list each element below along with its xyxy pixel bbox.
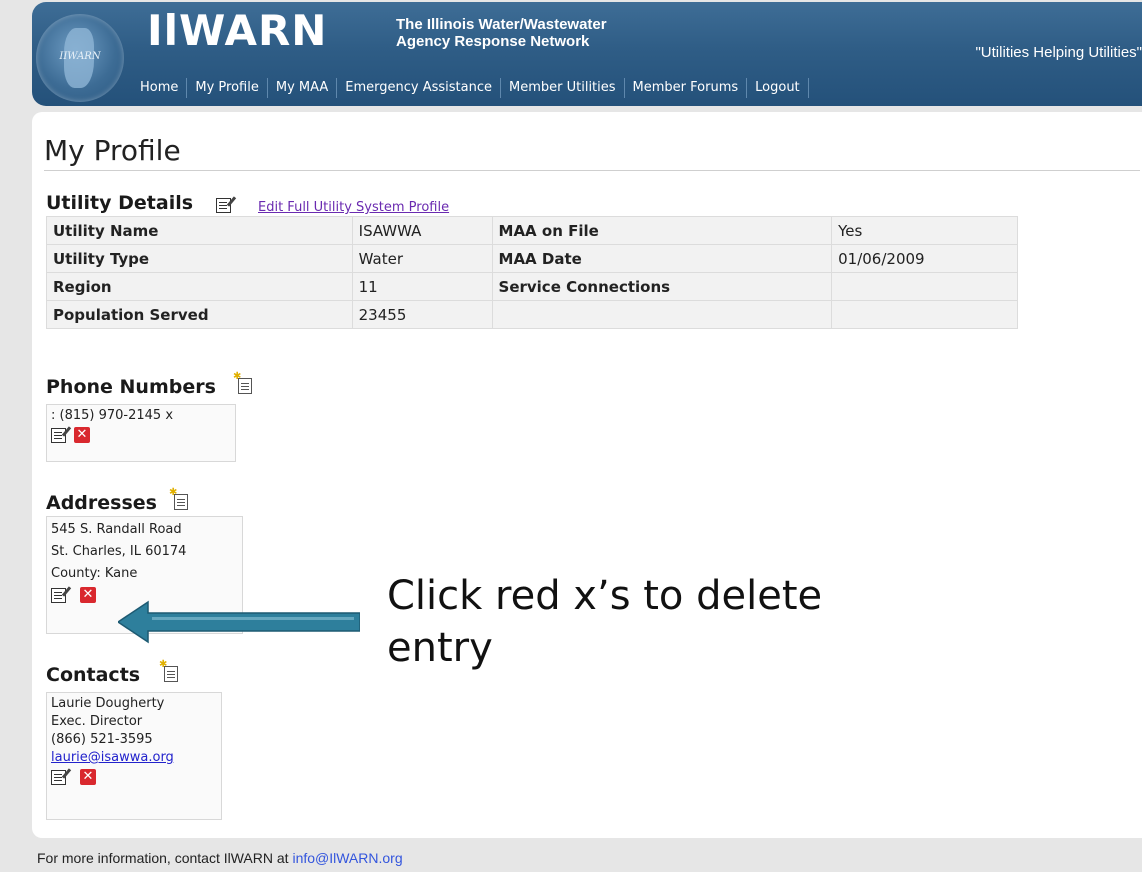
callout-line-1: Click red x’s to delete	[387, 573, 823, 619]
edit-phone-icon[interactable]	[51, 427, 66, 443]
address-county: County: Kane	[51, 566, 138, 581]
add-phone-icon[interactable]	[233, 371, 252, 394]
utility-name-value: ISAWWA	[351, 216, 493, 245]
maa-date-value: 01/06/2009	[831, 244, 1018, 273]
title-divider	[44, 170, 1140, 171]
delete-address-icon[interactable]: ✕	[80, 587, 96, 603]
footer: For more information, contact IlWARN at …	[37, 850, 403, 866]
nav-emergency-assistance[interactable]: Emergency Assistance	[337, 78, 501, 98]
edit-address-icon[interactable]	[51, 587, 66, 603]
edit-contact-icon[interactable]	[51, 769, 66, 785]
address-line-2: St. Charles, IL 60174	[51, 544, 187, 559]
nav-logout[interactable]: Logout	[747, 78, 809, 98]
callout-arrow-icon	[118, 600, 360, 644]
empty-cell	[491, 300, 833, 329]
utility-details-heading: Utility Details	[46, 192, 194, 214]
site-header: IIWARN IlWARN The Illinois Water/Wastewa…	[32, 2, 1142, 106]
motto: "Utilities Helping Utilities"	[975, 44, 1142, 61]
page-title: My Profile	[44, 134, 181, 167]
nav-my-profile[interactable]: My Profile	[187, 78, 268, 98]
region-value: 11	[351, 272, 493, 301]
footer-text: For more information, contact IlWARN at	[37, 850, 293, 866]
main-nav: Home My Profile My MAA Emergency Assista…	[132, 74, 809, 102]
edit-full-profile-link[interactable]: Edit Full Utility System Profile	[258, 200, 449, 215]
phone-numbers-heading: Phone Numbers	[46, 376, 216, 398]
callout-line-2: entry	[387, 625, 493, 671]
contact-email-link[interactable]: laurie@isawwa.org	[51, 750, 174, 765]
table-row: Region 11 Service Connections	[46, 272, 1018, 301]
nav-member-utilities[interactable]: Member Utilities	[501, 78, 625, 98]
utility-type-label: Utility Type	[46, 244, 353, 273]
edit-utility-icon[interactable]	[216, 198, 231, 213]
footer-email-link[interactable]: info@IlWARN.org	[292, 850, 402, 866]
table-row: Population Served 23455	[46, 300, 1018, 329]
site-logo[interactable]: IIWARN	[36, 14, 124, 102]
nav-my-maa[interactable]: My MAA	[268, 78, 338, 98]
callout-text: Click red x’s to delete entry	[387, 570, 947, 674]
region-label: Region	[46, 272, 353, 301]
nav-member-forums[interactable]: Member Forums	[625, 78, 748, 98]
contacts-heading: Contacts	[46, 664, 141, 686]
service-connections-label: Service Connections	[491, 272, 833, 301]
maa-on-file-label: MAA on File	[491, 216, 833, 245]
service-connections-value	[831, 272, 1018, 301]
delete-phone-icon[interactable]: ✕	[74, 427, 90, 443]
add-address-icon[interactable]	[169, 487, 188, 510]
population-served-value: 23455	[351, 300, 493, 329]
utility-type-value: Water	[351, 244, 493, 273]
maa-date-label: MAA Date	[491, 244, 833, 273]
tagline-line-1: The Illinois Water/Wastewater	[396, 16, 607, 33]
tagline: The Illinois Water/Wastewater Agency Res…	[396, 16, 607, 50]
logo-text: IIWARN	[59, 51, 101, 62]
add-contact-icon[interactable]	[159, 659, 178, 682]
phone-entry: : (815) 970-2145 x ✕	[46, 404, 236, 462]
address-line-1: 545 S. Randall Road	[51, 522, 182, 537]
contact-name: Laurie Dougherty	[51, 696, 165, 711]
contact-phone: (866) 521-3595	[51, 732, 153, 747]
phone-number-text: : (815) 970-2145 x	[51, 408, 174, 423]
table-row: Utility Type Water MAA Date 01/06/2009	[46, 244, 1018, 273]
tagline-line-2: Agency Response Network	[396, 33, 590, 50]
nav-home[interactable]: Home	[132, 78, 188, 98]
addresses-heading: Addresses	[46, 492, 157, 514]
contact-entry: Laurie Dougherty Exec. Director (866) 52…	[46, 692, 222, 820]
contact-title: Exec. Director	[51, 714, 143, 729]
delete-contact-icon[interactable]: ✕	[80, 769, 96, 785]
table-row: Utility Name ISAWWA MAA on File Yes	[46, 216, 1018, 245]
empty-cell	[831, 300, 1018, 329]
maa-on-file-value: Yes	[831, 216, 1018, 245]
population-served-label: Population Served	[46, 300, 353, 329]
brand-name: IlWARN	[147, 6, 328, 55]
content-panel: My Profile Utility Details Edit Full Uti…	[32, 112, 1142, 838]
utility-name-label: Utility Name	[46, 216, 353, 245]
utility-details-table: Utility Name ISAWWA MAA on File Yes Util…	[46, 216, 1018, 329]
